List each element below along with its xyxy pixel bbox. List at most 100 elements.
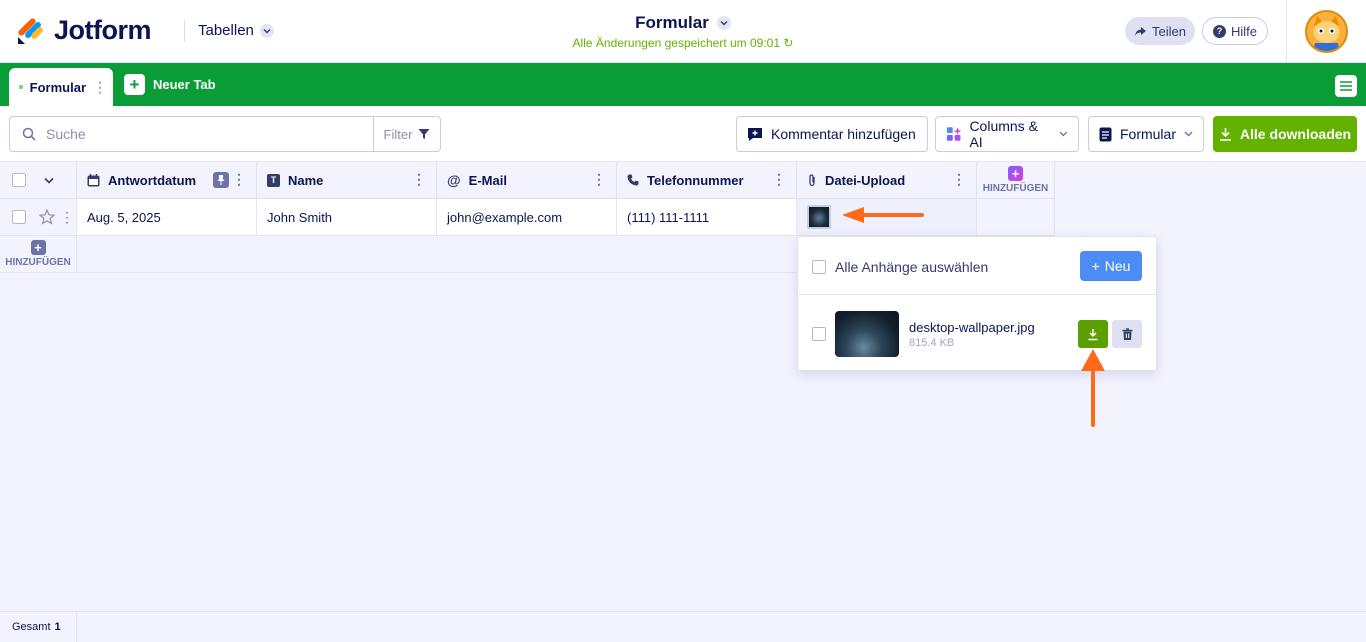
share-arrow-icon [1135,26,1147,36]
attachment-name: desktop-wallpaper.jpg [909,320,1035,335]
empty-cell [977,199,1055,236]
text-icon: T [267,173,280,187]
column-menu-icon[interactable]: ⋮ [952,172,966,186]
row-strip [77,236,798,273]
pin-icon[interactable] [213,172,229,188]
calendar-icon [87,173,100,186]
plus-icon: + [30,240,46,255]
popup-header: Alle Anhänge auswählen + Neu [798,237,1156,295]
menu-button[interactable] [1335,75,1357,97]
select-all-header [0,162,77,199]
add-comment-label: Kommentar hinzufügen [771,126,916,142]
download-all-button[interactable]: Alle downloaden [1213,116,1357,152]
filter-button[interactable]: Filter [373,116,441,152]
total-value: 1 [54,621,61,633]
footer: Gesamt 1 [0,611,1366,642]
column-menu-icon[interactable]: ⋮ [412,172,426,186]
help-icon: ? [1212,24,1226,38]
select-all-attachments-checkbox[interactable] [812,260,826,274]
columns-ai-button[interactable]: Columns & AI [935,116,1079,152]
column-header-date[interactable]: Antwortdatum ⋮ [77,162,257,199]
add-column-label: HINZUFÜGEN [982,183,1049,194]
annotation-arrow-up-icon [1081,349,1105,427]
column-menu-icon[interactable]: ⋮ [232,172,246,186]
column-header-file-upload[interactable]: Datei-Upload ⋮ [797,162,977,199]
cell-name[interactable]: John Smith [257,199,437,236]
form-dropdown-button[interactable]: Formular [1088,116,1204,152]
tab-formular[interactable]: Formular ⋮ [9,68,113,106]
comment-icon [748,127,762,141]
paperclip-icon [809,173,815,186]
column-header-email[interactable]: @ E-Mail ⋮ [437,162,617,199]
form-title-dropdown[interactable]: Formular [635,13,731,33]
total-label: Gesamt [12,621,51,633]
column-header-name[interactable]: T Name ⋮ [257,162,437,199]
chevron-down-icon [1184,131,1193,137]
add-row-button[interactable]: + HINZUFÜGEN [0,236,77,273]
new-attachment-button[interactable]: + Neu [1080,251,1142,281]
divider [1286,0,1287,63]
hamburger-icon [1340,81,1352,91]
column-label: E-Mail [468,172,507,188]
at-icon: @ [447,172,461,188]
form-icon [1099,127,1112,141]
search-input[interactable] [46,126,346,142]
plus-icon: + [1091,258,1100,274]
columns-ai-label: Columns & AI [969,118,1038,150]
column-label: Antwortdatum [108,172,197,188]
cell-date[interactable]: Aug. 5, 2025 [77,199,257,236]
page-title: Formular [635,13,709,32]
plus-icon: + [1008,166,1023,181]
download-icon [1088,328,1098,340]
total-count: Gesamt 1 [0,612,77,642]
trash-icon [1122,327,1132,340]
columns-ai-icon [946,127,962,141]
funnel-icon [418,129,430,139]
cell-phone[interactable]: (111) 111-1111 [617,199,797,236]
tab-bar: Formular ⋮ + Neuer Tab [0,63,1366,106]
grid-icon [19,85,23,89]
column-menu-icon[interactable]: ⋮ [592,172,606,186]
help-label: Hilfe [1230,23,1257,39]
row-checkbox[interactable] [12,210,26,224]
download-icon [1219,128,1231,141]
help-button[interactable]: ? Hilfe [1202,17,1268,45]
chevron-down-icon[interactable] [44,177,54,184]
search-box [9,116,374,152]
save-status-text: Alle Änderungen gespeichert um 09:01 [572,36,781,50]
add-column-button[interactable]: + HINZUFÜGEN [977,162,1055,199]
chevron-down-icon [1059,131,1068,137]
annotation-arrow-left-icon [842,207,924,223]
download-attachment-button[interactable] [1078,320,1108,348]
share-label: Teilen [1152,23,1186,39]
delete-attachment-button[interactable] [1112,320,1142,348]
select-all-attachments[interactable]: Alle Anhänge auswählen [812,259,988,275]
new-tab-button[interactable]: + Neuer Tab [124,74,216,95]
new-tab-label: Neuer Tab [153,77,216,92]
filter-label: Filter [383,126,413,142]
select-all-checkbox[interactable] [12,173,26,187]
avatar[interactable] [1305,10,1348,53]
select-all-attachments-label: Alle Anhänge auswählen [835,259,989,275]
row-controls: ⋮ [0,199,77,236]
download-all-label: Alle downloaden [1239,126,1352,142]
file-thumbnail[interactable] [807,205,831,229]
add-comment-button[interactable]: Kommentar hinzufügen [736,116,928,152]
share-button[interactable]: Teilen [1125,17,1195,45]
cell-email[interactable]: john@example.com [437,199,617,236]
tab-label: Formular [29,79,86,95]
attachment-size: 815.4 KB [909,337,955,349]
search-icon [22,127,36,141]
attachment-checkbox[interactable] [812,327,826,341]
column-header-phone[interactable]: Telefonnummer ⋮ [617,162,797,199]
form-dropdown-label: Formular [1119,126,1176,142]
tab-options-icon[interactable]: ⋮ [93,79,107,96]
toolbar: Filter Kommentar hinzufügen Columns & AI… [0,106,1366,162]
star-icon[interactable] [39,209,55,225]
column-label: Telefonnummer [647,172,744,188]
top-bar: Jotform Tabellen Formular Alle Änderunge… [0,0,1366,63]
row-menu-icon[interactable]: ⋮ [60,209,74,226]
refresh-icon: ↻ [783,36,794,50]
column-menu-icon[interactable]: ⋮ [772,172,786,186]
attachment-thumbnail[interactable] [835,311,899,357]
